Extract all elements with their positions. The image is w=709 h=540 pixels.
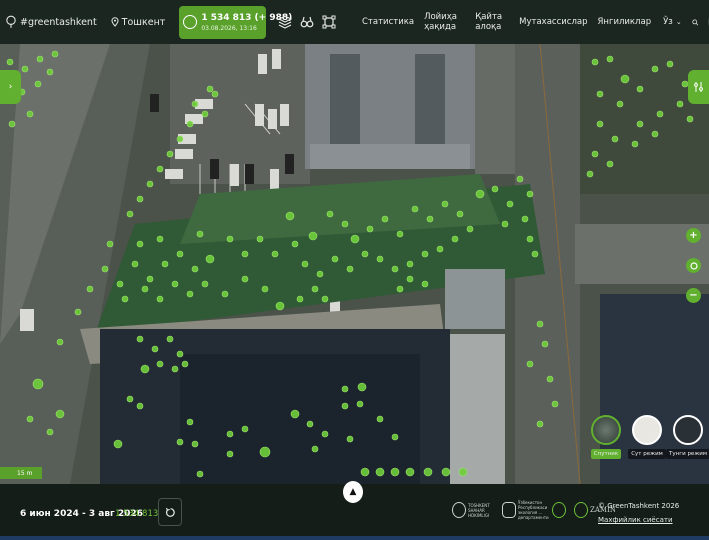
map-tools xyxy=(278,15,336,29)
filter-icon xyxy=(693,82,703,92)
map-scale: 15 m xyxy=(0,467,42,479)
zamin-logo-icon xyxy=(574,502,588,518)
city-name: Тошкент xyxy=(121,16,166,28)
language-label: Ўз xyxy=(663,17,673,27)
privacy-link[interactable]: Махфийлик сиёсати xyxy=(598,516,673,524)
plus-icon: + xyxy=(689,230,698,241)
chevron-down-icon: ⌄ xyxy=(675,18,682,26)
chevron-right-icon: › xyxy=(8,82,13,92)
state-emblem-icon xyxy=(552,502,566,518)
layer-satellite-label: Спутник xyxy=(590,449,622,459)
layer-light-label: Сут режим xyxy=(628,449,666,459)
tree-counter[interactable]: 1 534 813 (+ 988) 03.08.2026, 13:16 xyxy=(179,5,292,39)
partner-1-text: TOSHKENT SHAHAR HOKIMLIGI xyxy=(468,502,490,518)
nav-news[interactable]: Янгиликлар xyxy=(598,17,652,27)
layer-satellite[interactable]: Спутник xyxy=(590,415,622,459)
filter-panel-button[interactable] xyxy=(688,70,709,104)
zoom-in-button[interactable]: + xyxy=(686,228,701,243)
partner-2-text: Ўзбекистон Республикаси экология ... деп… xyxy=(518,500,549,520)
main-nav: Статистика Лойиҳа ҳақида Қайта алоқа Мут… xyxy=(362,0,709,44)
hokimlik-emblem-icon xyxy=(452,502,466,518)
nav-feedback[interactable]: Қайта алоқа xyxy=(475,12,509,32)
layer-night-label: Тунги режим xyxy=(666,449,709,459)
open-sidebar-button[interactable]: › xyxy=(0,70,21,104)
nav-about[interactable]: Лойиҳа ҳақида xyxy=(424,12,465,32)
partner-ecology[interactable]: Ўзбекистон Республикаси экология ... деп… xyxy=(502,500,549,520)
bottom-accent-line xyxy=(0,536,709,540)
scale-label: 15 m xyxy=(17,469,33,477)
logo-text: #greentashkent xyxy=(20,16,97,28)
counter-tree-icon xyxy=(183,15,198,29)
binoculars-icon[interactable] xyxy=(300,15,314,29)
reset-button[interactable] xyxy=(158,498,182,526)
nav-experts[interactable]: Мутахассислар xyxy=(519,17,587,27)
tree-logo-icon xyxy=(6,15,16,28)
partner-logos: TOSHKENT SHAHAR HOKIMLIGI Ўзбекистон Рес… xyxy=(452,500,616,520)
logo[interactable]: #greentashkent xyxy=(6,15,97,29)
date-count: 1 534 813 xyxy=(115,509,159,519)
city-selector[interactable]: Тошкент xyxy=(111,16,166,28)
locate-icon xyxy=(689,261,698,270)
map-layer-selector: Спутник Сут режим Тунги режим xyxy=(590,415,709,459)
language-selector[interactable]: Ўз ⌄ xyxy=(663,17,682,27)
nav-statistics[interactable]: Статистика xyxy=(362,17,414,27)
layer-light[interactable]: Сут режим xyxy=(628,415,666,459)
expand-panel-button[interactable]: ▲ xyxy=(343,481,363,503)
triangle-up-icon: ▲ xyxy=(349,487,357,497)
top-bar: #greentashkent Тошкент 1 534 813 (+ 988)… xyxy=(0,0,709,44)
minus-icon: − xyxy=(689,290,698,301)
search-icon[interactable] xyxy=(692,17,699,28)
satellite-thumbnail xyxy=(591,415,621,445)
zoom-out-button[interactable]: − xyxy=(686,288,701,303)
light-thumbnail xyxy=(632,415,662,445)
location-pin-icon xyxy=(111,17,119,27)
reset-icon xyxy=(165,507,175,517)
locate-button[interactable] xyxy=(686,258,701,273)
partner-emblem[interactable] xyxy=(552,502,566,518)
partner-hokimlik[interactable]: TOSHKENT SHAHAR HOKIMLIGI xyxy=(452,502,494,518)
area-select-icon[interactable] xyxy=(322,15,336,29)
layers-icon[interactable] xyxy=(278,15,293,29)
layer-night[interactable]: Тунги режим xyxy=(666,415,709,459)
ecology-logo-icon xyxy=(502,502,516,518)
copyright: © GreenTashkent 2026 xyxy=(598,502,680,510)
night-thumbnail xyxy=(673,415,703,445)
